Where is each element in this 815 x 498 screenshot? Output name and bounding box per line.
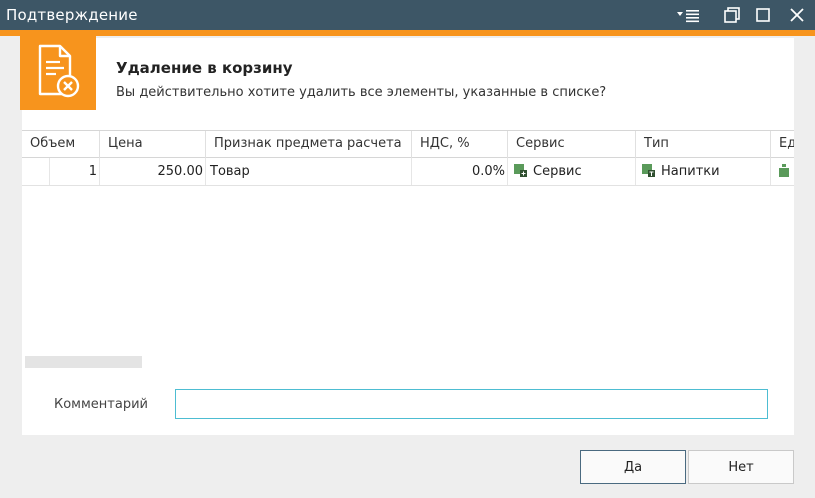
cell-vat[interactable]: 0.0% [412, 158, 508, 185]
close-icon [790, 8, 804, 22]
cell-volume[interactable]: 1 [50, 158, 100, 185]
column-header-volume[interactable]: Объем [22, 131, 100, 158]
items-table: Объем Цена Признак предмета расчета НДС,… [22, 130, 794, 370]
cell-service-text: Сервис [533, 164, 582, 179]
table-horizontal-scrollbar[interactable] [25, 356, 142, 368]
document-delete-icon [38, 44, 80, 98]
row-indicator [22, 158, 50, 185]
title-bar: Подтверждение [0, 0, 815, 30]
menu-dropdown-icon [677, 10, 699, 23]
column-header-type[interactable]: Тип [636, 131, 771, 158]
comment-input[interactable] [175, 389, 768, 419]
column-header-price[interactable]: Цена [100, 131, 206, 158]
table-header: Объем Цена Признак предмета расчета НДС,… [22, 130, 794, 158]
comment-label: Комментарий [54, 397, 148, 412]
table-row[interactable]: 1 250.00 Товар 0.0% Сервис Напитки [22, 158, 794, 186]
restore-button[interactable] [720, 3, 744, 27]
column-header-payment-subject[interactable]: Признак предмета расчета [206, 131, 412, 158]
window-title: Подтверждение [6, 6, 138, 24]
cell-type-text: Напитки [661, 164, 720, 179]
restore-icon [724, 7, 740, 23]
cell-price[interactable]: 250.00 [100, 158, 206, 185]
window-menu-button[interactable] [673, 3, 703, 27]
column-header-service[interactable]: Сервис [508, 131, 636, 158]
unit-green-icon [779, 164, 789, 177]
service-green-icon [514, 164, 527, 177]
header-badge [20, 36, 96, 110]
cell-unit[interactable] [771, 158, 794, 185]
close-button[interactable] [785, 3, 809, 27]
column-header-unit[interactable]: Ед [771, 131, 794, 158]
accent-bar [0, 30, 815, 36]
dialog-message: Вы действительно хотите удалить все элем… [116, 85, 607, 100]
cell-type[interactable]: Напитки [636, 158, 771, 185]
cell-payment-subject[interactable]: Товар [206, 158, 412, 185]
no-button[interactable]: Нет [688, 450, 794, 484]
cell-service[interactable]: Сервис [508, 158, 636, 185]
type-green-icon [642, 164, 655, 177]
dialog-heading: Удаление в корзину [116, 59, 293, 77]
column-header-vat[interactable]: НДС, % [412, 131, 508, 158]
yes-button[interactable]: Да [580, 450, 686, 484]
maximize-icon [756, 8, 770, 22]
maximize-button[interactable] [751, 3, 775, 27]
